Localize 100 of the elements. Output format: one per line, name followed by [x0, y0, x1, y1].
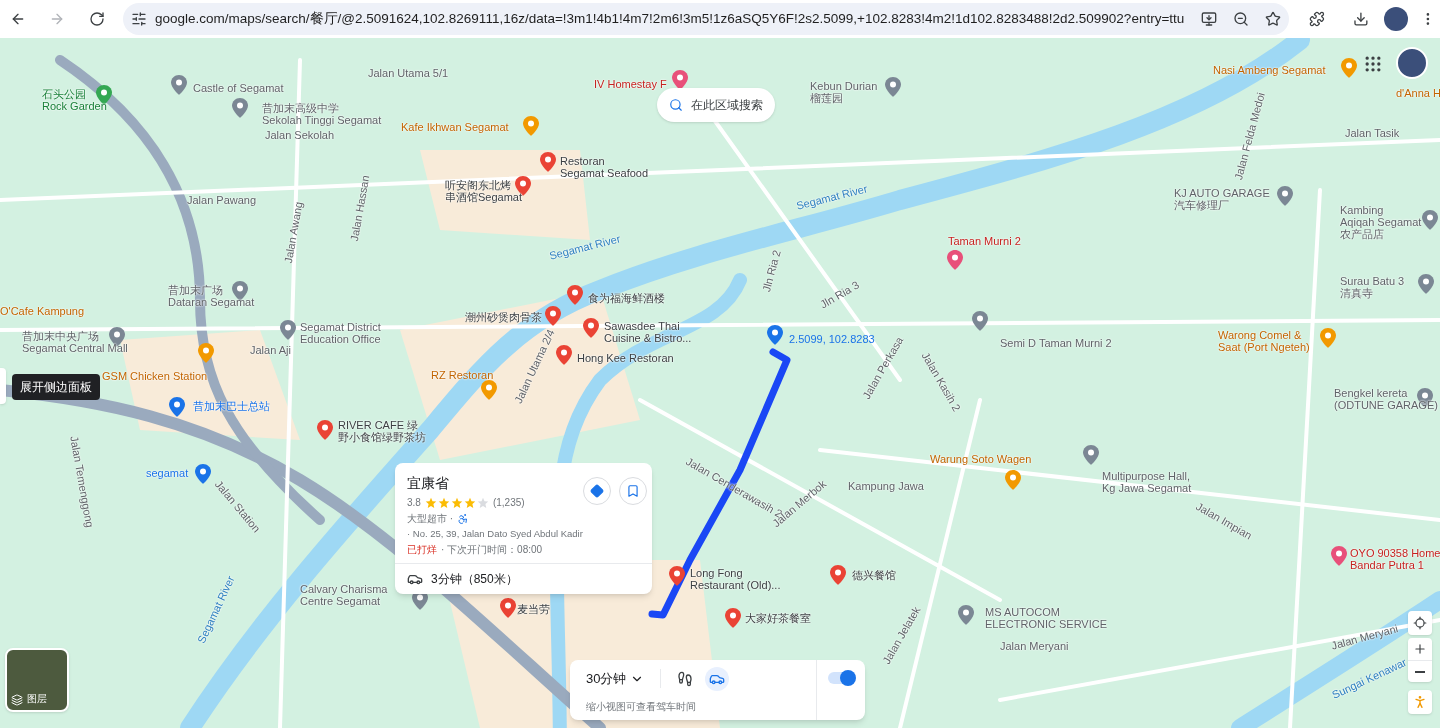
- place-address: · No. 25, 39, Jalan Dato Syed Abdul Kadir: [407, 527, 583, 541]
- place-label[interactable]: Segamat District Education Office: [300, 321, 381, 345]
- map-pin-icon[interactable]: [567, 285, 583, 305]
- download-icon[interactable]: [1352, 11, 1369, 27]
- place-label: Kampung Jawa: [848, 480, 924, 492]
- map-pin-icon[interactable]: [767, 325, 783, 345]
- place-label[interactable]: 昔加末中央广场 Segamat Central Mall: [22, 330, 128, 354]
- map-pin-icon[interactable]: [1422, 210, 1438, 230]
- place-label[interactable]: Hong Kee Restoran: [577, 352, 674, 364]
- install-app-icon[interactable]: [1200, 11, 1217, 27]
- place-label[interactable]: RIVER CAFE 绿 野小食馆绿野茶坊: [338, 419, 426, 443]
- place-label[interactable]: MS AUTOCOM ELECTRONIC SERVICE: [985, 606, 1108, 630]
- map-pin-icon[interactable]: [830, 565, 846, 585]
- place-label[interactable]: Surau Batu 3 清真寺: [1340, 275, 1405, 299]
- rating-star-icon: [450, 496, 463, 509]
- layers-button[interactable]: 图层: [5, 648, 69, 712]
- street-label: Jln Ria 3: [818, 278, 862, 311]
- account-avatar[interactable]: [1396, 47, 1428, 79]
- bookmark-icon: [625, 484, 640, 498]
- place-label[interactable]: 听安阁东北烤 串酒馆Segamat: [445, 179, 523, 203]
- place-label[interactable]: 昔加末高级中学 Sekolah Tinggi Segamat: [262, 102, 382, 126]
- rating-value: 3.8: [407, 496, 421, 510]
- place-label[interactable]: KJ AUTO GARAGE 汽车修理厂: [1174, 187, 1270, 211]
- bookmark-star-icon[interactable]: [1264, 11, 1281, 27]
- place-label[interactable]: 石头公园 Rock Garden: [42, 88, 107, 112]
- place-label[interactable]: Sawasdee Thai Cuisine & Bistro...: [604, 320, 692, 344]
- map-pin-icon[interactable]: [1331, 546, 1347, 566]
- map-pin-icon[interactable]: [583, 318, 599, 338]
- place-label[interactable]: Kafe Ikhwan Segamat: [401, 121, 509, 133]
- place-label[interactable]: Taman Murni 2: [948, 235, 1021, 247]
- rating-star-icon: [476, 496, 489, 509]
- plus-icon: [1413, 642, 1427, 656]
- extensions-icon[interactable]: [1308, 11, 1325, 27]
- place-label[interactable]: Warong Comel & Saat (Port Ngeteh): [1218, 329, 1310, 353]
- sidebar-toggle-tab[interactable]: [0, 368, 6, 404]
- place-label[interactable]: Restoran Segamat Seafood: [560, 155, 649, 179]
- map-pin-icon[interactable]: [232, 98, 248, 118]
- street-view-button[interactable]: [1408, 690, 1432, 714]
- map-pin-icon[interactable]: [725, 608, 741, 628]
- place-label[interactable]: Nasi Ambeng Segamat: [1213, 64, 1326, 76]
- place-label[interactable]: Warung Soto Wagen: [930, 453, 1032, 465]
- time-dropdown[interactable]: 30分钟: [586, 668, 662, 689]
- place-label[interactable]: 食为福海鲜酒楼: [588, 292, 665, 304]
- address-bar[interactable]: google.com/maps/search/餐厅/@2.5091624,102.8269111,16z/data=!3m1!4b1!4m7!2m6!3m5!1z6aSQ5Y6F!2s2.5099,+102.8283!4m2!1d102.8283488!2d2.509902?entry=ttu: [122, 3, 1289, 35]
- map-pin-icon[interactable]: [972, 311, 988, 331]
- place-label[interactable]: OYO 90358 Home Bandar Putra 1: [1350, 547, 1440, 571]
- map-pin-icon[interactable]: [540, 152, 556, 172]
- zoom-icon[interactable]: [1232, 11, 1249, 27]
- map-pin-icon[interactable]: [1418, 274, 1434, 294]
- driving-mode-button[interactable]: [705, 666, 730, 691]
- place-label[interactable]: RZ Restoran: [431, 369, 494, 381]
- place-label[interactable]: O'Cafe Kampung: [0, 305, 85, 317]
- sidebar-tooltip: 展开侧边面板: [12, 374, 100, 400]
- map-pin-icon[interactable]: [885, 77, 901, 97]
- place-label[interactable]: Calvary Charisma Centre Segamat: [300, 583, 388, 607]
- apps-grid-icon[interactable]: [1363, 54, 1383, 74]
- place-label[interactable]: IV Homestay F: [594, 78, 667, 90]
- place-label[interactable]: 麦当劳: [517, 603, 550, 615]
- place-name: 宜康省: [407, 474, 450, 493]
- wheelchair-icon: [457, 512, 470, 525]
- map-pin-icon[interactable]: [280, 320, 296, 340]
- place-label[interactable]: Kambing Aqiqah Segamat 农产品店: [1340, 204, 1422, 240]
- map-pin-icon[interactable]: [958, 605, 974, 625]
- place-label[interactable]: Bengkel kereta (ODTUNE GARAGE): [1334, 387, 1438, 411]
- map-pin-icon[interactable]: [556, 345, 572, 365]
- place-label[interactable]: Semi D Taman Murni 2: [1000, 337, 1112, 349]
- map-pin-icon[interactable]: [195, 464, 211, 484]
- place-label[interactable]: GSM Chicken Station: [102, 370, 208, 382]
- review-count: (1,235): [492, 496, 525, 510]
- map-pin-icon[interactable]: [317, 420, 333, 440]
- next-open-time: · 下次开门时间：08:00: [441, 543, 543, 558]
- map-pin-icon[interactable]: [169, 397, 185, 417]
- map-pin-icon[interactable]: [947, 250, 963, 270]
- site-settings-icon[interactable]: [130, 11, 147, 27]
- reload-icon: [89, 11, 106, 27]
- map-pin-icon[interactable]: [1083, 445, 1099, 465]
- place-label[interactable]: 大家好茶餐室: [745, 612, 811, 624]
- rating-star-icon: [437, 496, 450, 509]
- place-label[interactable]: Kebun Durian 榴莲园: [810, 80, 878, 104]
- street-label: Jln Ria 2: [760, 248, 783, 294]
- street-label: Jalan Sekolah: [265, 129, 335, 141]
- place-label[interactable]: Multipurpose Hall, Kg Jawa Segamat: [1102, 470, 1192, 494]
- toggle-switch[interactable]: [828, 672, 854, 684]
- street-label: Jalan Felda Medoi: [1232, 91, 1267, 182]
- map-pin-icon[interactable]: [500, 598, 516, 618]
- place-label[interactable]: Long Fong Restaurant (Old)...: [690, 567, 781, 591]
- place-label[interactable]: 潮州砂煲肉骨茶: [465, 311, 542, 323]
- profile-avatar[interactable]: [1384, 7, 1409, 31]
- map-pin-icon[interactable]: [669, 566, 685, 586]
- place-card[interactable]: 宜康省 3.8 (1,235) 大型超市 · · No. 25, 39, Jalan Dato Syed Abdul Kadir 已打烊 · 下次开门时间：08:00 3分钟（850米）: [395, 463, 652, 595]
- place-label[interactable]: Castle of Segamat: [193, 82, 284, 94]
- map-pin-icon[interactable]: [545, 306, 561, 326]
- my-location-button[interactable]: [1408, 611, 1432, 635]
- place-label[interactable]: d'Anna H: [1396, 87, 1440, 99]
- map-pin-icon[interactable]: [1277, 186, 1293, 206]
- pin-coordinates-label: 2.5099, 102.8283: [789, 332, 875, 347]
- search-this-area-button[interactable]: 在此区域搜索: [657, 88, 775, 122]
- place-label[interactable]: segamat: [146, 467, 189, 479]
- map-pin-icon[interactable]: [171, 75, 187, 95]
- place-label[interactable]: 德兴餐馆: [852, 569, 896, 581]
